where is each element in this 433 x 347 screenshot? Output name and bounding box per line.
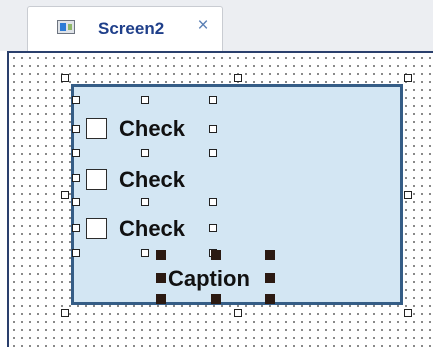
- panel-handle-bottom-right[interactable]: [404, 309, 412, 317]
- caption-handle-bottom-mid[interactable]: [211, 294, 221, 304]
- caption-handle-top-left[interactable]: [156, 250, 166, 260]
- checkbox-1-handle[interactable]: [209, 125, 217, 133]
- checkbox-2-handle[interactable]: [209, 198, 217, 206]
- checkbox-2-handle[interactable]: [72, 198, 80, 206]
- checkbox-1-handle[interactable]: [72, 125, 80, 133]
- checkbox-3-handle[interactable]: [72, 224, 80, 232]
- caption-handle-mid-left[interactable]: [156, 273, 166, 283]
- panel-handle-bottom-left[interactable]: [61, 309, 69, 317]
- panel-handle-mid-left[interactable]: [61, 191, 69, 199]
- checkbox-box[interactable]: [86, 218, 107, 239]
- checkbox-label: Check: [119, 116, 186, 141]
- checkbox-1-handle[interactable]: [209, 149, 217, 157]
- checkbox-1-handle[interactable]: [141, 149, 149, 157]
- tab-strip: Screen2 ×: [0, 0, 433, 52]
- checkbox-1-handle[interactable]: [209, 96, 217, 104]
- caption-handle-bottom-left[interactable]: [156, 294, 166, 304]
- panel-handle-top-left[interactable]: [61, 74, 69, 82]
- panel-handle-top-right[interactable]: [404, 74, 412, 82]
- panel-handle-mid-right[interactable]: [404, 191, 412, 199]
- checkbox-1-handle[interactable]: [72, 96, 80, 104]
- checkbox-1-handle[interactable]: [141, 96, 149, 104]
- close-icon[interactable]: ×: [193, 16, 213, 36]
- checkbox-label: Check: [119, 167, 186, 192]
- caption-handle-top-right[interactable]: [265, 250, 275, 260]
- checkbox-2-handle[interactable]: [72, 174, 80, 182]
- checkbox-3-handle[interactable]: [209, 224, 217, 232]
- checkbox-2-handle[interactable]: [141, 198, 149, 206]
- tab-label: Screen2: [98, 19, 165, 38]
- caption-label[interactable]: Caption: [168, 266, 250, 292]
- checkbox-3-handle[interactable]: [72, 249, 80, 257]
- screen-icon: [57, 20, 75, 34]
- checkbox-label: Check: [119, 216, 186, 241]
- checkbox-3-handle[interactable]: [141, 249, 149, 257]
- caption-handle-mid-right[interactable]: [265, 273, 275, 283]
- tab-screen2[interactable]: Screen2 ×: [27, 6, 223, 52]
- caption-handle-top-mid[interactable]: [211, 250, 221, 260]
- checkbox-box[interactable]: [86, 118, 107, 139]
- caption-handle-bottom-right[interactable]: [265, 294, 275, 304]
- checkbox-2-handle[interactable]: [72, 149, 80, 157]
- panel-handle-bottom-mid[interactable]: [234, 309, 242, 317]
- checkbox-box[interactable]: [86, 169, 107, 190]
- panel-handle-top-mid[interactable]: [234, 74, 242, 82]
